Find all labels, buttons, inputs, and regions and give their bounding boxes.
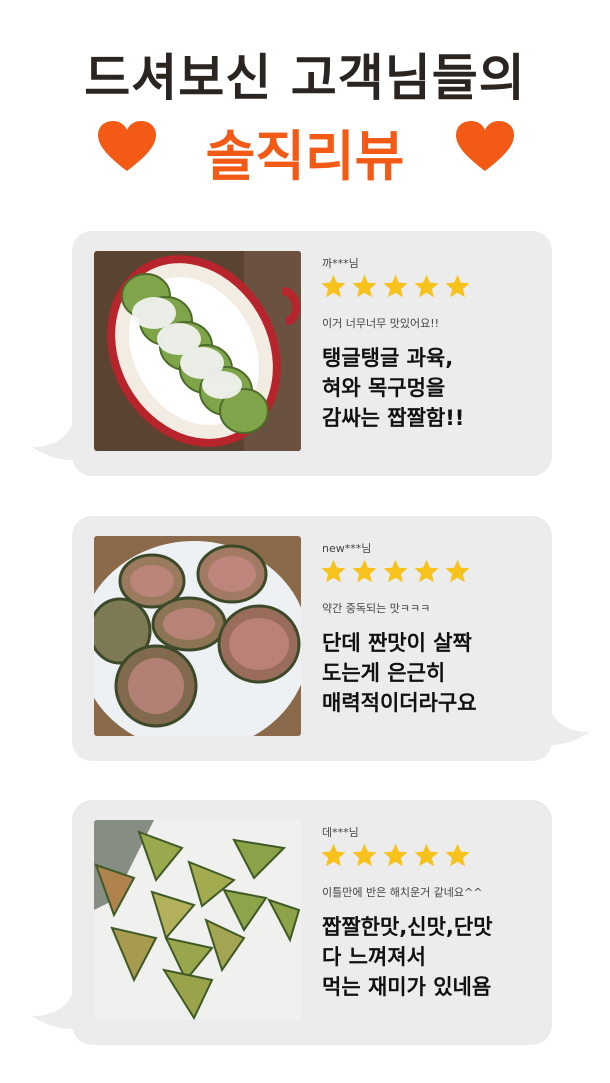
- reviewer-name: new***님: [322, 542, 372, 555]
- star-icon: [352, 843, 377, 867]
- star-icon: [414, 843, 439, 867]
- star-rating: [320, 558, 475, 588]
- headline-line: 도는게 은근히: [322, 661, 446, 685]
- headline-line: 짭짤한맛,신맛,단맛: [322, 915, 493, 939]
- review-photo: [94, 251, 301, 451]
- headline-line: 매력적이더라구요: [322, 691, 477, 715]
- star-icon: [383, 559, 408, 583]
- star-icon: [321, 559, 346, 583]
- review-short-text: 이거 너무너무 맛있어요!!: [322, 317, 440, 330]
- star-rating: [320, 842, 475, 872]
- star-icon: [383, 274, 408, 298]
- reviewer-name: 까***님: [322, 257, 359, 270]
- review-short-text: 약간 중독되는 맛ㅋㅋㅋ: [322, 602, 431, 615]
- review-photo: [94, 820, 301, 1020]
- headline-line: 단데 짠맛이 살짝: [322, 631, 472, 655]
- review-headline: 짭짤한맛,신맛,단맛 다 느껴져서 먹는 재미가 있네욤: [322, 912, 547, 1002]
- reviewer-name: 데***님: [322, 826, 359, 839]
- review-card: 데***님 이틀만에 반은 해치운거 같네요^^ 짭짤한맛,신맛,단맛 다 느껴…: [32, 800, 552, 1045]
- headline-line: 다 느껴져서: [322, 945, 426, 969]
- star-icon: [445, 274, 470, 298]
- heart-icon: [456, 121, 514, 171]
- review-headline: 단데 짠맛이 살짝 도는게 은근히 매력적이더라구요: [322, 628, 547, 718]
- star-icon: [321, 274, 346, 298]
- star-rating: [320, 273, 475, 303]
- star-icon: [352, 559, 377, 583]
- star-icon: [445, 843, 470, 867]
- title-line-2: 솔직리뷰: [205, 125, 405, 188]
- headline-line: 혀와 목구멍을: [322, 376, 446, 400]
- headline-line: 먹는 재미가 있네욤: [322, 975, 492, 999]
- star-icon: [352, 274, 377, 298]
- headline-line: 감싸는 짭짤함!!: [322, 406, 465, 430]
- star-icon: [445, 559, 470, 583]
- star-icon: [414, 559, 439, 583]
- review-card: new***님 약간 중독되는 맛ㅋㅋㅋ 단데 짠맛이 살짝 도는게 은근히 매…: [72, 516, 590, 761]
- page-header: 드셔보신 고객님들의 솔직리뷰: [0, 0, 610, 200]
- review-card: 까***님 이거 너무너무 맛있어요!! 탱글탱글 과육, 혀와 목구멍을 감싸…: [32, 231, 552, 476]
- title-line-1: 드셔보신 고객님들의: [84, 49, 526, 107]
- star-icon: [321, 843, 346, 867]
- star-icon: [414, 274, 439, 298]
- review-headline: 탱글탱글 과육, 혀와 목구멍을 감싸는 짭짤함!!: [322, 343, 547, 433]
- headline-line: 탱글탱글 과육,: [322, 346, 454, 370]
- review-short-text: 이틀만에 반은 해치운거 같네요^^: [322, 886, 483, 899]
- star-icon: [383, 843, 408, 867]
- review-photo: [94, 536, 301, 736]
